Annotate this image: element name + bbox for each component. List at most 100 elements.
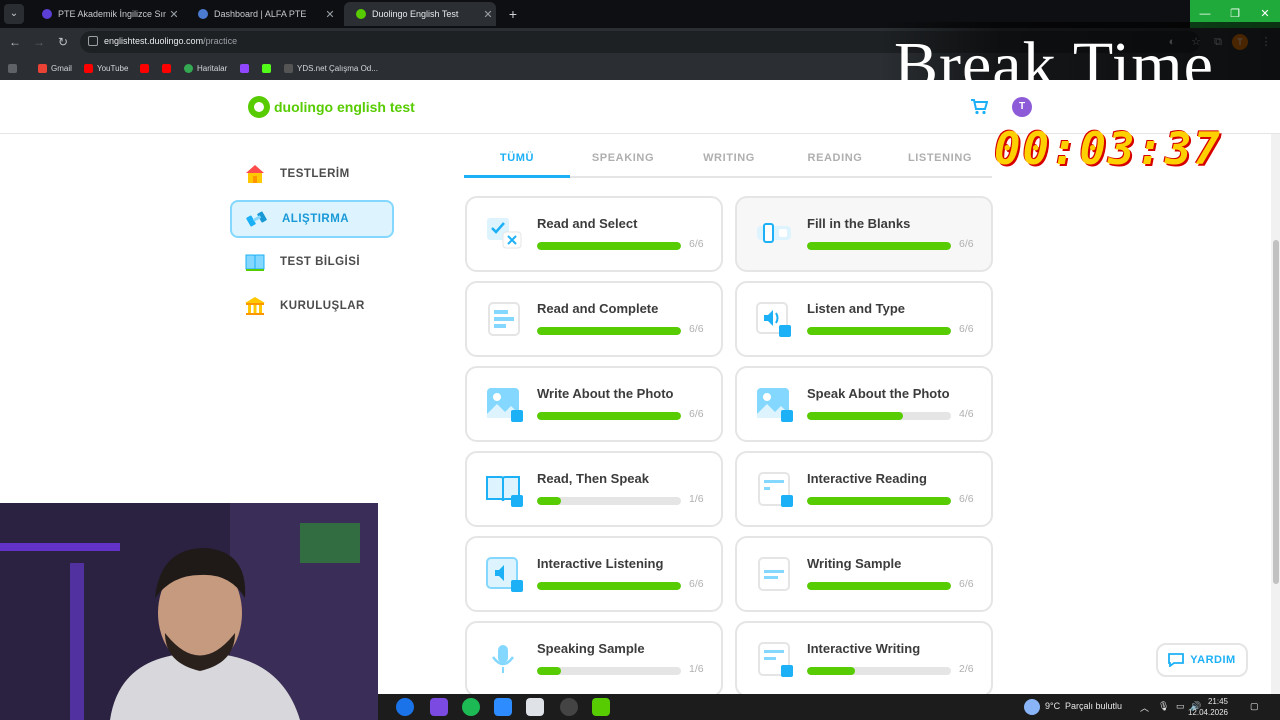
bookmark-youtube-2[interactable] <box>140 61 153 75</box>
bookmark-twitch[interactable] <box>240 61 253 75</box>
browser-profile-avatar[interactable]: T <box>1232 34 1248 50</box>
microphone-icon[interactable]: 🎙 <box>1158 701 1169 712</box>
gmail-icon <box>38 63 47 73</box>
page-scrollbar-thumb[interactable] <box>1273 240 1279 584</box>
progress-count: 6/6 <box>689 323 704 335</box>
notifications-icon[interactable]: ▢ <box>1250 701 1259 712</box>
sidebar-item-alistirma[interactable]: ALIŞTIRMA <box>230 200 394 238</box>
kick-icon <box>262 63 271 73</box>
practice-card[interactable]: Speak About the Photo 4/6 <box>735 366 993 442</box>
sidebar-item-testlerim[interactable]: TESTLERİM <box>230 155 394 193</box>
bookmark-youtube-3[interactable] <box>162 61 175 75</box>
reload-icon[interactable]: ↻ <box>54 33 72 51</box>
yds-icon <box>284 63 293 73</box>
progress-count: 6/6 <box>959 578 974 590</box>
card-title: Speaking Sample <box>537 641 645 656</box>
practice-card[interactable]: Read, Then Speak 1/6 <box>465 451 723 527</box>
browser-tab[interactable]: Dashboard | ALFA PTE ✕ <box>186 2 338 26</box>
user-avatar[interactable]: T <box>1012 97 1032 117</box>
bookmark-gmail[interactable]: Gmail <box>38 61 72 75</box>
github-taskbar-icon[interactable] <box>560 698 578 716</box>
weather-icon[interactable] <box>1024 699 1040 715</box>
app-taskbar-icon[interactable] <box>430 698 448 716</box>
browser-tab[interactable]: PTE Akademik İngilizce Sınavı | ✕ <box>30 2 182 26</box>
duolingo-taskbar-icon[interactable] <box>592 698 610 716</box>
progress-bar <box>537 582 681 590</box>
help-button[interactable]: YARDIM <box>1156 643 1248 677</box>
site-info-icon[interactable] <box>88 36 98 46</box>
extensions-icon[interactable]: ⧉ <box>1210 34 1226 50</box>
practice-card[interactable]: Read and Select 6/6 <box>465 196 723 272</box>
bookmark-maps[interactable]: Haritalar <box>184 61 227 75</box>
practice-card[interactable]: Fill in the Blanks 6/6 <box>735 196 993 272</box>
close-icon[interactable]: ✕ <box>480 8 496 21</box>
tab-tumu[interactable]: TÜMÜ <box>464 152 570 178</box>
progress-fill <box>537 412 681 420</box>
duolingo-logo[interactable]: duolingo english test <box>248 96 415 118</box>
read-select-icon <box>487 218 522 249</box>
browser-toolbar: ← → ↻ englishtest.duolingo.com/practice … <box>0 28 1280 56</box>
network-icon[interactable]: ▭ <box>1176 701 1185 712</box>
progress-count: 1/6 <box>689 493 704 505</box>
spotify-taskbar-icon[interactable] <box>462 698 480 716</box>
system-clock[interactable]: 21:45 12.04.2026 <box>1188 696 1228 718</box>
tab-reading[interactable]: READING <box>782 152 888 178</box>
card-title: Fill in the Blanks <box>807 216 911 231</box>
cart-icon[interactable] <box>970 99 988 115</box>
chat-bubble-icon <box>1168 653 1185 667</box>
practice-card[interactable]: Listen and Type 6/6 <box>735 281 993 357</box>
progress-count: 6/6 <box>689 408 704 420</box>
practice-card[interactable]: Writing Sample 6/6 <box>735 536 993 612</box>
youtube-icon <box>84 63 93 73</box>
back-arrow-icon[interactable]: ← <box>6 33 24 51</box>
weather-description: Parçalı bulutlu <box>1065 701 1123 711</box>
interactive-listening-icon <box>486 557 523 592</box>
card-title: Read and Select <box>537 216 638 231</box>
twitch-icon <box>240 63 249 73</box>
practice-card[interactable]: Speaking Sample 1/6 <box>465 621 723 697</box>
progress-fill <box>537 582 681 590</box>
restore-button[interactable]: ❐ <box>1220 0 1250 28</box>
home-icon <box>246 165 264 183</box>
tab-listening[interactable]: LISTENING <box>888 152 992 178</box>
sidebar-item-test-bilgisi[interactable]: TEST BİLGİSİ <box>230 243 394 281</box>
practice-card[interactable]: Read and Complete 6/6 <box>465 281 723 357</box>
zoom-taskbar-icon[interactable] <box>494 698 512 716</box>
close-icon[interactable]: ✕ <box>322 8 338 21</box>
forward-arrow-icon[interactable]: → <box>30 33 48 51</box>
card-title: Speak About the Photo <box>807 386 950 401</box>
tray-chevron-icon[interactable]: ︿ <box>1140 701 1149 714</box>
practice-card[interactable]: Interactive Listening 6/6 <box>465 536 723 612</box>
tab-writing[interactable]: WRITING <box>676 152 782 178</box>
sidebar-item-kuruluslar[interactable]: KURULUŞLAR <box>230 287 394 325</box>
progress-bar <box>807 582 951 590</box>
window-close-button[interactable]: ✕ <box>1250 0 1280 28</box>
progress-bar <box>807 242 951 250</box>
bookmark-youtube[interactable]: YouTube <box>84 61 128 75</box>
new-tab-button[interactable]: + <box>504 5 522 23</box>
notes-taskbar-icon[interactable] <box>526 698 544 716</box>
bookmarks-bar: Gmail YouTube Haritalar YDS.net Çalışma … <box>0 56 1280 80</box>
chrome-taskbar-icon[interactable] <box>396 698 414 716</box>
bookmark-star-icon[interactable]: ☆ <box>1188 34 1204 50</box>
address-bar[interactable]: englishtest.duolingo.com/practice <box>80 31 1200 53</box>
tab-speaking[interactable]: SPEAKING <box>570 152 676 178</box>
minimize-button[interactable]: — <box>1190 0 1220 28</box>
bookmark-yds[interactable]: YDS.net Çalışma Od... <box>284 61 378 75</box>
card-title: Listen and Type <box>807 301 905 316</box>
share-icon[interactable]: ◐ <box>1164 34 1180 50</box>
progress-bar <box>537 497 681 505</box>
browser-tab-active[interactable]: Duolingo English Test ✕ <box>344 2 496 26</box>
bookmark-kick[interactable] <box>262 61 275 75</box>
more-menu-icon[interactable]: ⋮ <box>1258 34 1274 50</box>
url-text: englishtest.duolingo.com/practice <box>104 36 238 46</box>
progress-bar <box>537 327 681 335</box>
close-icon[interactable]: ✕ <box>166 8 182 21</box>
practice-card[interactable]: Write About the Photo 6/6 <box>465 366 723 442</box>
practice-card[interactable]: Interactive Reading 6/6 <box>735 451 993 527</box>
practice-card[interactable]: Interactive Writing 2/6 <box>735 621 993 697</box>
browser-tab-bar: ⌄ PTE Akademik İngilizce Sınavı | ✕ Dash… <box>0 0 1280 28</box>
tab-search-button[interactable]: ⌄ <box>4 4 24 24</box>
progress-fill <box>807 667 855 675</box>
apps-grid-icon[interactable] <box>8 61 21 75</box>
